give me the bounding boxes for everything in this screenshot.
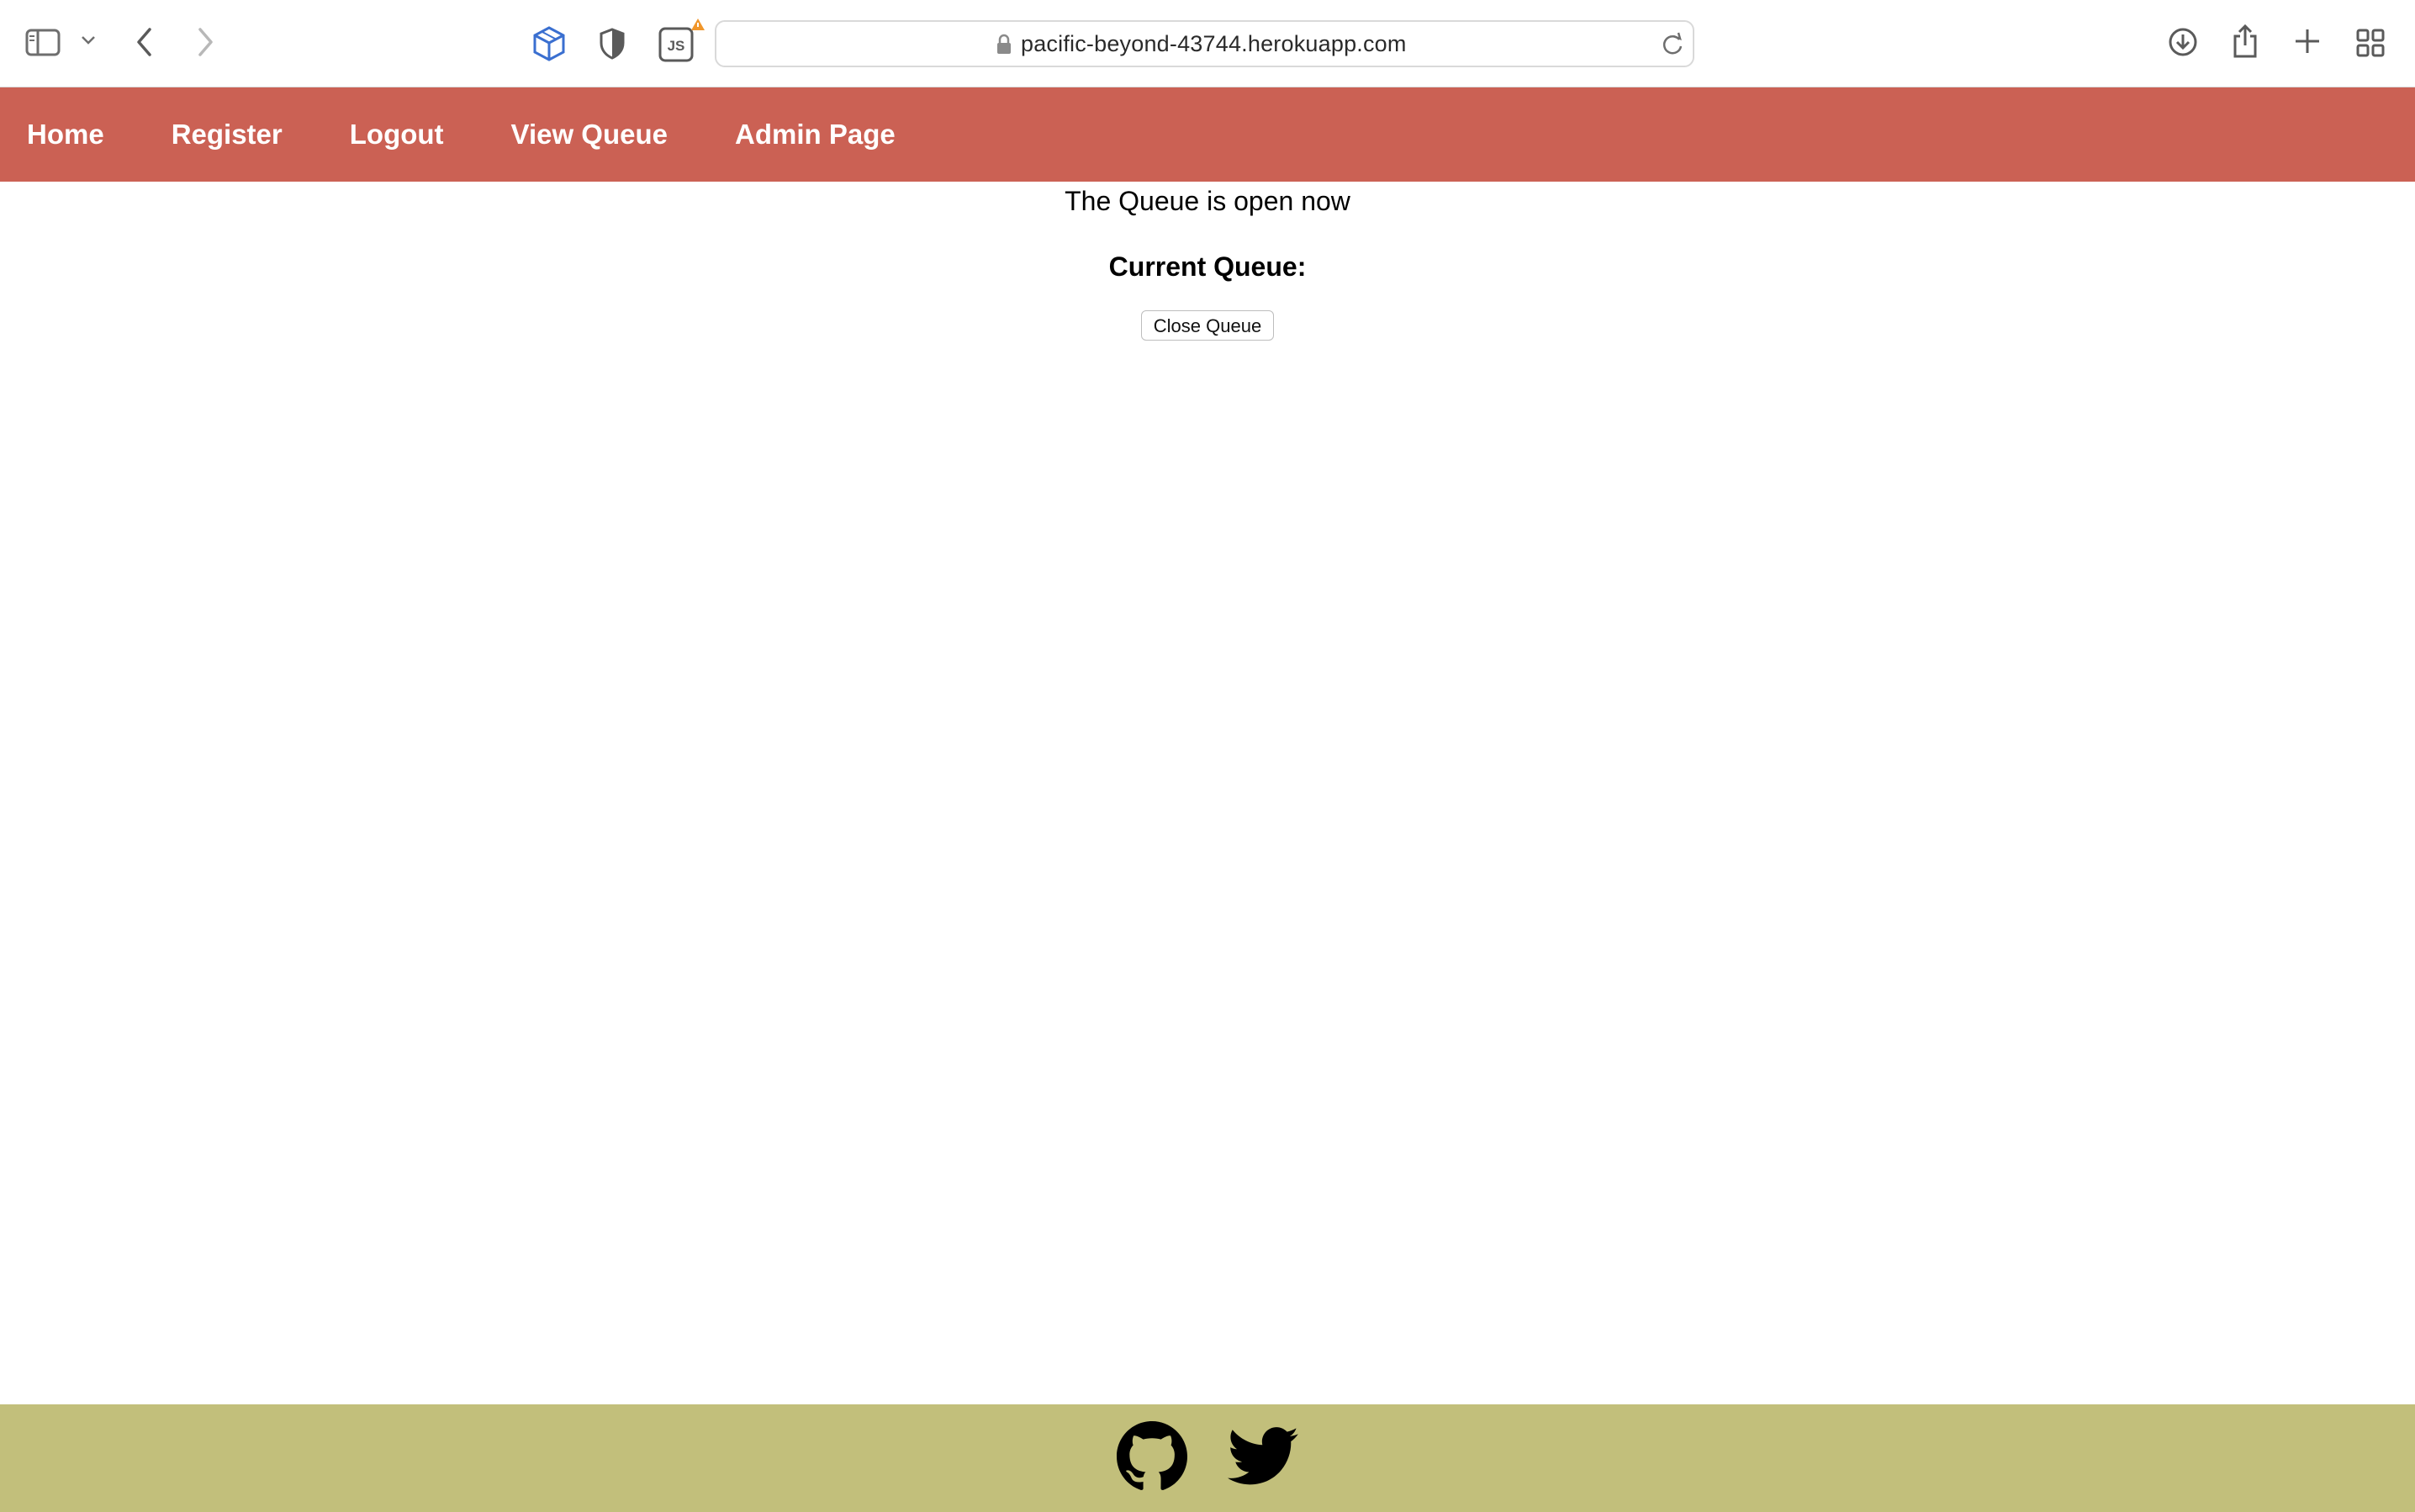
tab-overview-icon[interactable]: [2356, 29, 2385, 57]
forward-icon[interactable]: [195, 27, 215, 57]
address-bar[interactable]: pacific-beyond-43744.herokuapp.com: [715, 20, 1694, 67]
js-extension-label: JS: [668, 38, 685, 54]
nav-logout-link[interactable]: Logout: [350, 119, 444, 151]
nav-home-link[interactable]: Home: [27, 119, 104, 151]
twitter-icon[interactable]: [1227, 1426, 1298, 1490]
main-navbar: Home Register Logout View Queue Admin Pa…: [0, 87, 2415, 182]
nav-view-queue-link[interactable]: View Queue: [511, 119, 668, 151]
new-tab-icon[interactable]: [2294, 28, 2321, 55]
queue-status-text: The Queue is open now: [1065, 186, 1350, 216]
back-icon[interactable]: [135, 27, 155, 57]
nav-admin-page-link[interactable]: Admin Page: [735, 119, 896, 151]
main-content: The Queue is open now Current Queue: Clo…: [0, 182, 2415, 341]
sidebar-icon[interactable]: [25, 29, 62, 57]
close-queue-button[interactable]: Close Queue: [1140, 310, 1275, 341]
shield-icon[interactable]: [599, 27, 626, 61]
share-icon[interactable]: [2232, 24, 2259, 59]
page-footer: [0, 1404, 2415, 1512]
lock-icon: [996, 34, 1012, 56]
url-text[interactable]: pacific-beyond-43744.herokuapp.com: [1021, 22, 1407, 66]
current-queue-heading: Current Queue:: [1108, 251, 1307, 282]
download-icon[interactable]: [2168, 27, 2198, 57]
chevron-down-icon[interactable]: [81, 35, 96, 45]
reload-icon[interactable]: [1661, 32, 1684, 57]
nav-register-link[interactable]: Register: [172, 119, 283, 151]
browser-toolbar: JS pacific-beyond-43744.herokuapp.com: [0, 0, 2415, 87]
github-icon[interactable]: [1117, 1420, 1187, 1496]
cube-icon[interactable]: [531, 25, 567, 62]
js-extension-icon[interactable]: JS: [658, 17, 706, 64]
